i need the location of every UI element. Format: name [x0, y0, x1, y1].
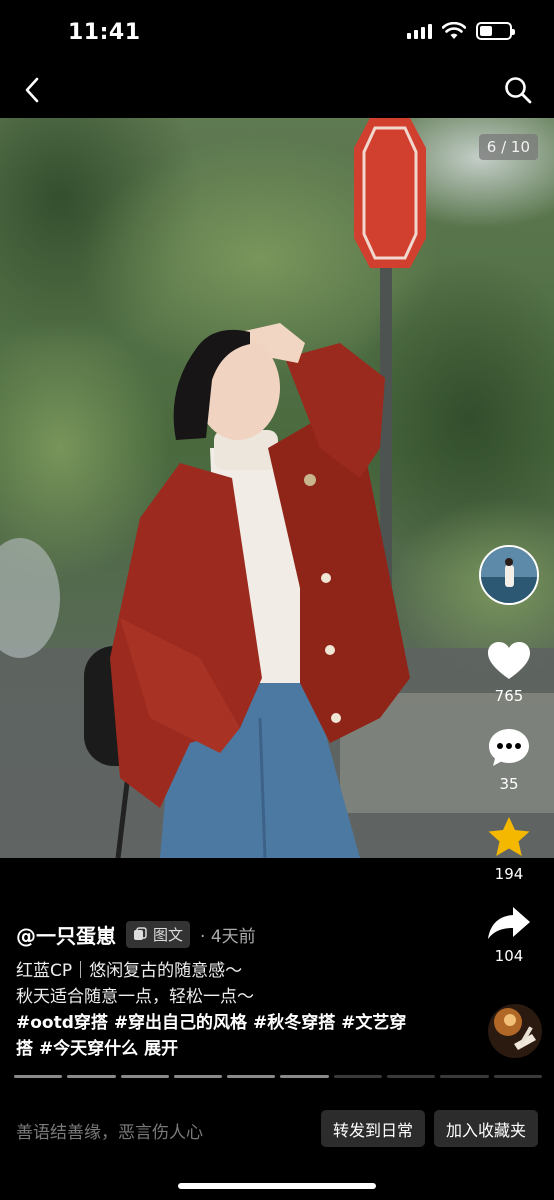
search-icon [505, 77, 532, 104]
tags-line[interactable]: #ootd穿搭 #穿出自己的风格 #秋冬穿搭 #文艺穿 [16, 1010, 456, 1036]
cellular-signal-icon [407, 23, 432, 39]
image-post-icon [134, 927, 147, 940]
post-time: · 4天前 [200, 926, 256, 947]
progress-segment [493, 1075, 542, 1078]
status-time: 11:41 [68, 20, 141, 45]
music-disc-image [488, 1004, 542, 1058]
nav-bar [0, 62, 554, 118]
expand-button[interactable]: 展开 [144, 1039, 178, 1059]
progress-segment [280, 1075, 329, 1078]
add-to-collection-button[interactable]: 加入收藏夹 [434, 1110, 538, 1147]
post-type-label: 图文 [153, 925, 184, 944]
post-info: @一只蛋崽 图文 · 4天前 红蓝CP｜悠闲复古的随意感～ 秋天适合随意一点，轻… [16, 918, 456, 1062]
share-arrow-icon [488, 907, 530, 939]
progress-segment [227, 1075, 276, 1078]
side-actions: 765 35 194 104 [472, 545, 546, 987]
progress-segment [440, 1075, 489, 1078]
comment-bar: 善语结善缘，恶言伤人心 转发到日常 加入收藏夹 [0, 1100, 554, 1156]
share-count: 104 [494, 947, 524, 965]
star-icon [488, 817, 530, 856]
post-photo[interactable] [0, 118, 554, 858]
caption-line: 红蓝CP｜悠闲复古的随意感～ [16, 961, 243, 981]
like-action[interactable]: 765 [487, 641, 531, 705]
search-button[interactable] [500, 72, 536, 108]
author-avatar[interactable] [479, 545, 539, 605]
share-action[interactable]: 104 [486, 905, 532, 965]
post-caption: 红蓝CP｜悠闲复古的随意感～ 秋天适合随意一点，轻松一点～ [16, 958, 456, 1010]
tags-line[interactable]: 搭 #今天穿什么 [16, 1039, 138, 1059]
photo-illustration [0, 118, 554, 858]
avatar-image [481, 547, 537, 603]
progress-segment [14, 1075, 63, 1078]
back-button[interactable] [16, 72, 48, 108]
chevron-left-icon [25, 77, 39, 103]
comment-action[interactable]: 35 [487, 727, 531, 793]
progress-segment [333, 1075, 383, 1078]
caption-line: 秋天适合随意一点，轻松一点～ [16, 987, 254, 1007]
home-indicator [178, 1183, 376, 1189]
comment-input[interactable]: 善语结善缘，恶言伤人心 [16, 1118, 203, 1143]
progress-segment [67, 1075, 116, 1078]
heart-icon [488, 642, 530, 679]
status-icons [407, 22, 515, 40]
progress-segment [120, 1075, 169, 1078]
author-name[interactable]: @一只蛋崽 [16, 920, 116, 949]
author-row: @一只蛋崽 图文 · 4天前 [16, 918, 456, 950]
progress-segment [387, 1075, 436, 1078]
wifi-icon [442, 22, 466, 39]
post-tags[interactable]: #ootd穿搭 #穿出自己的风格 #秋冬穿搭 #文艺穿 搭 #今天穿什么 展开 [16, 1010, 456, 1062]
repost-button[interactable]: 转发到日常 [321, 1110, 425, 1147]
like-count: 765 [494, 687, 524, 705]
post-type-badge: 图文 [126, 920, 191, 948]
comment-count: 35 [499, 775, 519, 793]
photo-progress [14, 1075, 542, 1079]
comment-bubble-icon [489, 729, 529, 766]
page-indicator: 6 / 10 [478, 134, 538, 160]
favorite-action[interactable]: 194 [486, 815, 532, 883]
favorite-count: 194 [494, 865, 524, 883]
battery-icon [476, 22, 515, 40]
status-bar: 11:41 [0, 0, 554, 62]
music-disc[interactable] [488, 1004, 542, 1058]
progress-segment [173, 1075, 223, 1078]
